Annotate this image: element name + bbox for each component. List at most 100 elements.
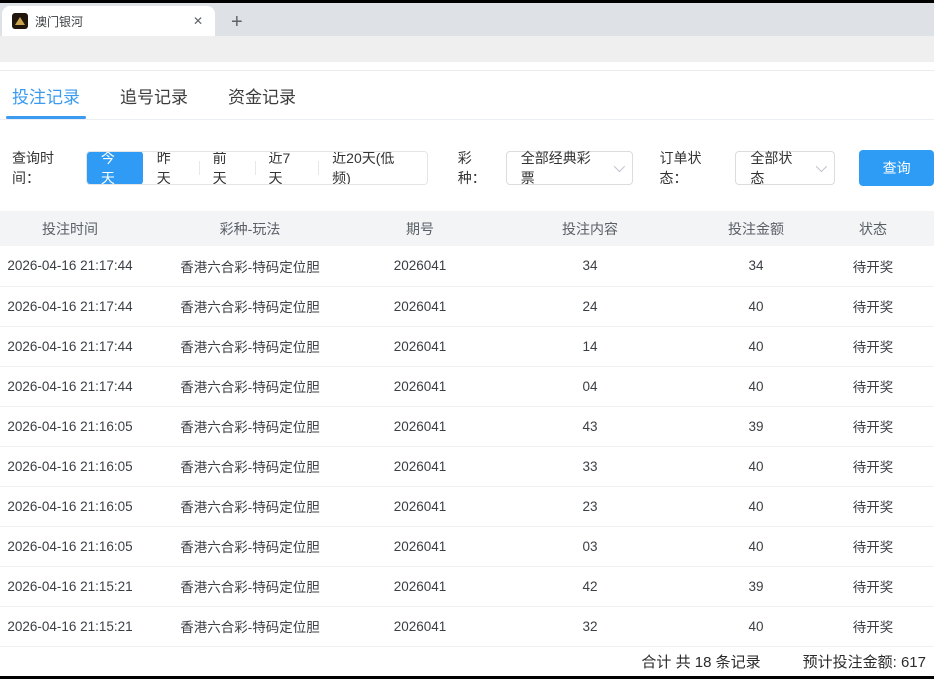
table-row: 2026-04-16 21:15:21香港六合彩-特码定位胆2026041324… — [0, 606, 934, 646]
tab-bet-records[interactable]: 投注记录 — [12, 71, 80, 119]
time-filter-label: 查询时间： — [12, 148, 82, 188]
table-cell: 待开奖 — [812, 406, 934, 446]
order-status-select[interactable]: 全部状态 — [735, 151, 835, 185]
table-cell: 39 — [700, 566, 812, 606]
table-cell: 香港六合彩-特码定位胆 — [140, 406, 360, 446]
time-option-last20days[interactable]: 近20天(低频) — [318, 151, 427, 185]
table-cell: 42 — [480, 566, 700, 606]
table-row: 2026-04-16 21:16:05香港六合彩-特码定位胆2026041334… — [0, 446, 934, 486]
table-cell: 待开奖 — [812, 446, 934, 486]
table-cell: 香港六合彩-特码定位胆 — [140, 286, 360, 326]
table-cell: 待开奖 — [812, 286, 934, 326]
query-button[interactable]: 查询 — [859, 150, 934, 186]
summary-bar: 合计 共 18 条记录 预计投注金额: 617 — [0, 647, 934, 676]
table-row: 2026-04-16 21:16:05香港六合彩-特码定位胆2026041433… — [0, 406, 934, 446]
lottery-select[interactable]: 全部经典彩票 — [506, 151, 634, 185]
time-option-last7days[interactable]: 近7天 — [255, 151, 319, 185]
table-header: 投注时间彩种-玩法期号投注内容投注金额状态 — [0, 211, 934, 246]
table-row: 2026-04-16 21:16:05香港六合彩-特码定位胆2026041034… — [0, 526, 934, 566]
total-records-text: 合计 共 18 条记录 — [641, 651, 760, 672]
table-cell: 04 — [480, 366, 700, 406]
table-cell: 2026041 — [360, 246, 480, 286]
time-option-today[interactable]: 今天 — [87, 151, 143, 185]
table-row: 2026-04-16 21:17:44香港六合彩-特码定位胆2026041343… — [0, 246, 934, 286]
records-body: 2026-04-16 21:17:44香港六合彩-特码定位胆2026041343… — [0, 246, 934, 646]
table-cell: 23 — [480, 486, 700, 526]
table-row: 2026-04-16 21:17:44香港六合彩-特码定位胆2026041044… — [0, 366, 934, 406]
table-cell: 2026041 — [360, 446, 480, 486]
table-cell: 2026-04-16 21:15:21 — [0, 606, 140, 646]
table-cell: 2026-04-16 21:16:05 — [0, 406, 140, 446]
tab-label: 资金记录 — [228, 83, 296, 108]
table-cell: 40 — [700, 326, 812, 366]
table-cell: 40 — [700, 486, 812, 526]
browser-tab-title: 澳门银河 — [35, 13, 189, 30]
table-cell: 2026-04-16 21:17:44 — [0, 326, 140, 366]
table-cell: 2026041 — [360, 406, 480, 446]
chevron-down-icon — [816, 161, 827, 172]
status-filter-label: 订单状态： — [659, 148, 729, 188]
column-header: 投注金额 — [700, 211, 812, 246]
tab-fund-records[interactable]: 资金记录 — [228, 71, 296, 119]
time-option-yesterday[interactable]: 昨天 — [143, 151, 199, 185]
table-cell: 2026-04-16 21:17:44 — [0, 366, 140, 406]
column-header: 投注内容 — [480, 211, 700, 246]
table-cell: 2026041 — [360, 606, 480, 646]
table-cell: 待开奖 — [812, 246, 934, 286]
table-cell: 40 — [700, 286, 812, 326]
table-cell: 2026-04-16 21:16:05 — [0, 526, 140, 566]
table-cell: 40 — [700, 366, 812, 406]
chevron-down-icon — [614, 161, 625, 172]
table-row: 2026-04-16 21:17:44香港六合彩-特码定位胆2026041244… — [0, 286, 934, 326]
table-cell: 2026-04-16 21:17:44 — [0, 286, 140, 326]
time-option-day-before[interactable]: 前天 — [199, 151, 255, 185]
lottery-select-value: 全部经典彩票 — [521, 148, 605, 188]
estimated-amount-text: 预计投注金额: 617 — [803, 651, 926, 672]
table-cell: 香港六合彩-特码定位胆 — [140, 326, 360, 366]
content-gap — [0, 62, 934, 70]
table-cell: 香港六合彩-特码定位胆 — [140, 486, 360, 526]
browser-tab[interactable]: 澳门银河 ✕ — [2, 6, 215, 36]
status-select-value: 全部状态 — [750, 148, 806, 188]
table-cell: 待开奖 — [812, 606, 934, 646]
new-tab-button[interactable]: + — [225, 12, 249, 32]
active-tab-underline — [6, 116, 86, 119]
column-header: 彩种-玩法 — [140, 211, 360, 246]
table-cell: 03 — [480, 526, 700, 566]
table-cell: 香港六合彩-特码定位胆 — [140, 366, 360, 406]
table-row: 2026-04-16 21:17:44香港六合彩-特码定位胆2026041144… — [0, 326, 934, 366]
table-cell: 40 — [700, 606, 812, 646]
column-header: 投注时间 — [0, 211, 140, 246]
table-cell: 2026041 — [360, 366, 480, 406]
bottom-black-bar — [0, 676, 934, 679]
table-cell: 2026-04-16 21:15:21 — [0, 566, 140, 606]
table-cell: 14 — [480, 326, 700, 366]
table-cell: 香港六合彩-特码定位胆 — [140, 606, 360, 646]
table-header-row: 投注时间彩种-玩法期号投注内容投注金额状态 — [0, 211, 934, 246]
record-nav-tabs: 投注记录 追号记录 资金记录 — [0, 70, 934, 120]
table-cell: 香港六合彩-特码定位胆 — [140, 446, 360, 486]
filter-row: 查询时间： 今天 昨天 前天 近7天 近20天(低频) 彩种： 全部经典彩票 订… — [0, 150, 934, 186]
table-cell: 待开奖 — [812, 366, 934, 406]
table-cell: 34 — [480, 246, 700, 286]
table-cell: 2026041 — [360, 486, 480, 526]
table-cell: 待开奖 — [812, 326, 934, 366]
table-cell: 待开奖 — [812, 486, 934, 526]
tab-close-icon[interactable]: ✕ — [189, 12, 207, 30]
table-cell: 2026041 — [360, 286, 480, 326]
column-header: 状态 — [812, 211, 934, 246]
bet-records-table: 投注时间彩种-玩法期号投注内容投注金额状态 2026-04-16 21:17:4… — [0, 211, 934, 647]
lottery-filter-label: 彩种： — [458, 148, 500, 188]
table-cell: 香港六合彩-特码定位胆 — [140, 526, 360, 566]
table-cell: 40 — [700, 446, 812, 486]
table-cell: 33 — [480, 446, 700, 486]
column-header: 期号 — [360, 211, 480, 246]
table-cell: 2026-04-16 21:17:44 — [0, 246, 140, 286]
tab-chase-records[interactable]: 追号记录 — [120, 71, 188, 119]
table-cell: 40 — [700, 526, 812, 566]
browser-toolbar — [0, 36, 934, 62]
table-cell: 2026041 — [360, 526, 480, 566]
table-cell: 39 — [700, 406, 812, 446]
table-cell: 2026-04-16 21:16:05 — [0, 486, 140, 526]
tab-label: 投注记录 — [12, 83, 80, 108]
